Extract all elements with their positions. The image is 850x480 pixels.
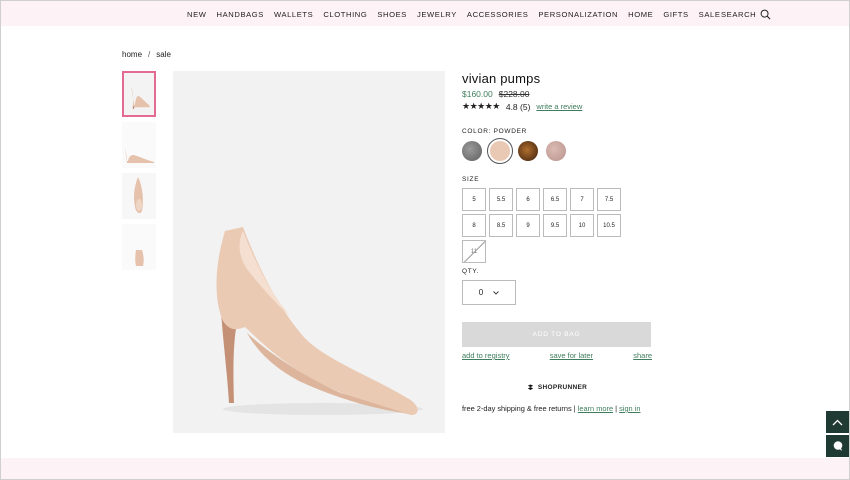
nav-item-handbags[interactable]: HANDBAGS [217, 10, 264, 19]
size-option-unavailable[interactable]: 11 [462, 240, 486, 263]
breadcrumb-separator: / [148, 50, 151, 59]
size-option[interactable]: 8.5 [489, 214, 513, 237]
chevron-up-icon [832, 419, 843, 425]
top-nav-bar: NEW HANDBAGS WALLETS CLOTHING SHOES JEWE… [1, 1, 849, 26]
secondary-actions: add to registry save for later share [462, 351, 652, 360]
size-grid: 5 5.5 6 6.5 7 7.5 8 8.5 9 9.5 10 10.5 11 [462, 188, 652, 263]
size-option[interactable]: 10 [570, 214, 594, 237]
learn-more-link[interactable]: learn more [578, 404, 613, 413]
divider: | [615, 404, 618, 413]
swatch-powder[interactable] [487, 138, 513, 164]
sale-price: $160.00 [462, 89, 493, 99]
size-label: SIZE [462, 176, 480, 183]
add-to-bag-button[interactable]: ADD TO BAG [462, 322, 651, 347]
quantity-select[interactable]: 0 [462, 280, 516, 305]
original-price: $228.00 [498, 89, 530, 99]
sign-in-link[interactable]: sign in [619, 404, 640, 413]
chat-button[interactable] [826, 435, 849, 457]
qty-label: QTY. [462, 268, 480, 275]
size-option[interactable]: 5 [462, 188, 486, 211]
nav-item-jewelry[interactable]: JEWELRY [417, 10, 457, 19]
size-option[interactable]: 7 [570, 188, 594, 211]
nav-item-wallets[interactable]: WALLETS [274, 10, 313, 19]
nav-item-new[interactable]: NEW [187, 10, 207, 19]
thumbnail-top-view[interactable] [122, 173, 156, 219]
thumbnail-side-view[interactable] [122, 71, 156, 117]
nav-item-home[interactable]: HOME [628, 10, 653, 19]
swatch-tortoise[interactable] [518, 141, 538, 161]
nav-item-shoes[interactable]: SHOES [377, 10, 407, 19]
nav-item-sale[interactable]: SALE [699, 10, 721, 19]
size-option[interactable]: 5.5 [489, 188, 513, 211]
price-row: $160.00 $228.00 [462, 89, 652, 99]
search-icon [760, 9, 771, 20]
color-swatches [462, 138, 652, 164]
footer-band [1, 458, 849, 479]
shoe-thumbnail-image [124, 73, 154, 115]
thumbnail-profile-view[interactable] [122, 122, 156, 168]
breadcrumb-sale[interactable]: sale [156, 50, 171, 59]
shipping-text: free 2-day shipping & free returns [462, 404, 572, 413]
shoe-thumbnail-image [122, 224, 156, 270]
size-option[interactable]: 8 [462, 214, 486, 237]
pump-shoe-illustration [173, 71, 445, 433]
nav-item-accessories[interactable]: ACCESSORIES [467, 10, 528, 19]
star-rating-icon: ★★★★★ [462, 101, 500, 111]
size-option[interactable]: 6.5 [543, 188, 567, 211]
add-to-registry-link[interactable]: add to registry [462, 351, 510, 360]
shoprunner-label: SHOPRUNNER [537, 384, 588, 391]
search-button[interactable]: SEARCH [721, 9, 771, 20]
color-label: COLOR: POWDER [462, 128, 528, 135]
rating-value: 4.8 (5) [505, 101, 531, 112]
rating-row: ★★★★★ 4.8 (5) write a review [462, 101, 652, 112]
product-title: vivian pumps [462, 71, 541, 86]
shoe-thumbnail-image [122, 173, 156, 219]
save-for-later-link[interactable]: save for later [550, 351, 593, 360]
thumbnail-back-view[interactable] [122, 224, 156, 270]
share-link[interactable]: share [633, 351, 652, 360]
size-option[interactable]: 7.5 [597, 188, 621, 211]
product-details: vivian pumps $160.00 $228.00 ★★★★★ 4.8 (… [462, 71, 652, 413]
divider: | [573, 404, 576, 413]
nav-item-personalization[interactable]: PERSONALIZATION [538, 10, 618, 19]
breadcrumb-home[interactable]: home [122, 50, 142, 59]
chat-icon [833, 441, 842, 451]
thumbnail-list [122, 71, 156, 275]
shoprunner-icon [527, 384, 533, 390]
main-nav: NEW HANDBAGS WALLETS CLOTHING SHOES JEWE… [187, 10, 721, 19]
nav-item-gifts[interactable]: GIFTS [663, 10, 688, 19]
swatch-rose-glitter[interactable] [546, 141, 566, 161]
swatch-glitter[interactable] [462, 141, 482, 161]
size-option[interactable]: 9 [516, 214, 540, 237]
shoe-thumbnail-image [122, 122, 156, 168]
qty-value: 0 [478, 288, 484, 297]
search-label: SEARCH [721, 10, 757, 19]
shipping-info: free 2-day shipping & free returns | lea… [462, 404, 652, 413]
size-option[interactable]: 9.5 [543, 214, 567, 237]
product-main-image[interactable]: + [173, 71, 445, 433]
chevron-down-icon [493, 290, 500, 295]
scroll-to-top-button[interactable] [826, 411, 849, 433]
write-review-link[interactable]: write a review [536, 102, 582, 111]
shoprunner-logo: SHOPRUNNER [462, 384, 652, 391]
nav-item-clothing[interactable]: CLOTHING [323, 10, 367, 19]
breadcrumb: home / sale [122, 50, 171, 59]
size-option[interactable]: 6 [516, 188, 540, 211]
size-option[interactable]: 10.5 [597, 214, 621, 237]
